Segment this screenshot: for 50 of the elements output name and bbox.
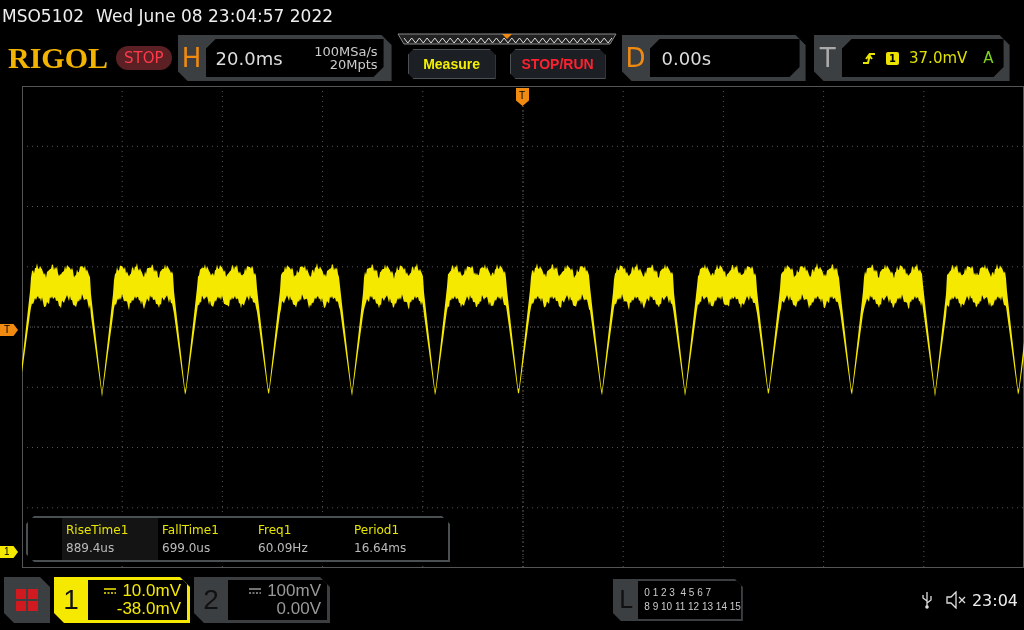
logic-bits: 8 9 10 11 12 13 14 15 xyxy=(644,600,741,614)
delay-label: D xyxy=(624,43,647,73)
menu-button[interactable] xyxy=(4,577,50,623)
trigger-panel[interactable]: T 1 37.0mV A xyxy=(813,35,1010,81)
stop-run-button[interactable]: STOP/RUN xyxy=(509,49,606,79)
channel-number: 1 xyxy=(62,584,80,616)
sample-rate: 100MSa/s xyxy=(314,45,378,58)
measurement-item[interactable]: Freq1 60.09Hz xyxy=(254,518,350,560)
logic-bits: 0 1 2 3 4 5 6 7 xyxy=(644,586,713,600)
channel-offset: -38.0mV xyxy=(116,600,181,618)
run-state-indicator: STOP xyxy=(116,46,172,70)
trigger-position-marker[interactable]: T xyxy=(516,88,529,106)
trigger-level: 37.0mV xyxy=(909,49,968,67)
trigger-label: T xyxy=(818,43,837,73)
channel-offset-marker[interactable]: 1 xyxy=(0,546,18,558)
dc-coupling-icon xyxy=(104,588,117,594)
delay-value: 0.00s xyxy=(661,47,712,69)
measurement-name: RiseTime1 xyxy=(66,523,130,537)
timebase-value: 20.0ms xyxy=(215,47,283,69)
measurement-value: 60.09Hz xyxy=(258,541,309,555)
measurement-name: FallTime1 xyxy=(162,523,220,537)
trigger-source: 1 xyxy=(886,51,900,65)
grid-icon xyxy=(16,589,38,611)
dc-coupling-icon xyxy=(249,588,262,594)
trigger-mode: A xyxy=(983,49,994,67)
measurement-item[interactable]: Period1 16.64ms xyxy=(350,518,446,560)
channel-offset: 0.00V xyxy=(276,600,321,618)
horizontal-label: H xyxy=(180,43,203,73)
measurement-value: 699.0us xyxy=(162,541,212,555)
channel-scale: 10.0mV xyxy=(122,582,181,600)
channel-button[interactable]: 1 10.0mV -38.0mV xyxy=(54,577,190,623)
speaker-muted-icon xyxy=(945,591,966,609)
date-time: Wed June 08 23:04:57 2022 xyxy=(96,6,334,26)
brand-logo: RIGOL xyxy=(8,41,109,75)
clock-time: 23:04 xyxy=(971,590,1018,610)
delay-panel[interactable]: D 0.00s xyxy=(621,35,806,81)
measurement-name: Period1 xyxy=(354,523,401,537)
channel-scale: 100mV xyxy=(267,582,321,600)
measurement-item[interactable]: FallTime1 699.0us xyxy=(158,518,254,560)
trigger-level-marker[interactable]: T xyxy=(0,324,18,336)
memory-depth: 20Mpts xyxy=(329,58,378,71)
measurement-value: 16.64ms xyxy=(354,541,408,555)
horizontal-panel[interactable]: H 20.0ms 100MSa/s 20Mpts xyxy=(177,35,392,81)
measure-button[interactable]: Measure xyxy=(407,49,496,79)
model-name: MSO5102 xyxy=(2,6,85,26)
measurement-value: 889.4us xyxy=(66,541,116,555)
measurement-name: Freq1 xyxy=(258,523,293,537)
usb-icon xyxy=(921,591,932,609)
measurement-item[interactable]: RiseTime1 889.4us xyxy=(62,518,158,560)
rising-edge-icon xyxy=(862,51,877,65)
